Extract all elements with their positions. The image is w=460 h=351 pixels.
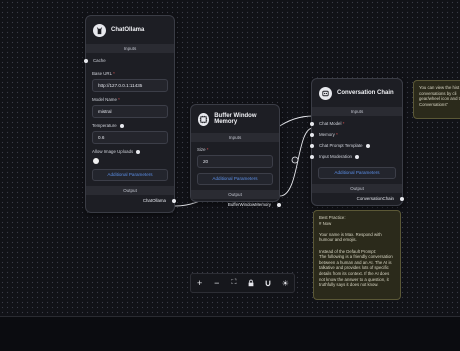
output-label: BufferWindowMemory — [227, 202, 271, 207]
output-label: ChatOllama — [142, 198, 166, 203]
snap-button[interactable] — [261, 276, 275, 290]
temperature-input[interactable]: 0.6 — [92, 131, 168, 144]
output-handle[interactable] — [277, 202, 281, 207]
buffer-memory-header[interactable]: Buffer Window Memory — [191, 105, 279, 133]
chatollama-node[interactable]: ChatOllama Inputs Cache Base URL * http:… — [84, 15, 176, 213]
inputs-section: Inputs — [191, 133, 279, 142]
lock-icon — [248, 279, 254, 287]
zoom-out-button[interactable]: − — [210, 276, 224, 290]
bottom-panel — [0, 316, 460, 351]
size-label: Size * — [197, 147, 209, 152]
additional-parameters-button[interactable]: Additional Parameters — [92, 169, 168, 181]
allow-image-label: Allow Image Uploads — [92, 149, 174, 154]
chat-model-handle[interactable] — [310, 121, 314, 126]
cache-label: Cache — [93, 58, 106, 63]
sticky-note[interactable]: Best Practice: # Now Your name is Max. R… — [313, 210, 401, 300]
hint-note[interactable]: You can view the hist conversations by c… — [413, 80, 460, 119]
base-url-label: Base URL * — [92, 71, 115, 76]
output-handle[interactable] — [172, 198, 176, 203]
size-input[interactable]: 20 — [197, 155, 273, 168]
llama-icon — [93, 23, 106, 37]
model-name-input[interactable]: mistral — [92, 105, 168, 118]
chain-icon — [319, 86, 332, 100]
chatollama-title: ChatOllama — [111, 27, 145, 33]
cache-handle[interactable] — [84, 58, 88, 63]
magnet-icon — [265, 280, 271, 287]
fit-view-button[interactable]: ⛶ — [227, 276, 241, 290]
input-moderation-handle[interactable] — [310, 154, 314, 159]
zoom-in-button[interactable]: + — [193, 276, 207, 290]
chat-model-port: Chat Model * — [310, 118, 402, 129]
output-section: Output — [191, 190, 279, 199]
info-icon — [354, 154, 359, 159]
allow-image-toggle[interactable] — [93, 158, 99, 164]
inputs-section: Inputs — [312, 107, 402, 116]
temperature-label: Temperature — [92, 123, 174, 128]
info-icon — [119, 123, 124, 128]
conversation-chain-node[interactable]: Conversation Chain Inputs Chat Model * M… — [310, 78, 404, 206]
buffer-memory-node[interactable]: Buffer Window Memory Inputs Size * 20 Ad… — [190, 104, 281, 207]
output-section: Output — [312, 184, 402, 193]
chatollama-output-port: ChatOllama — [86, 195, 176, 206]
flow-canvas[interactable]: ChatOllama Inputs Cache Base URL * http:… — [0, 0, 460, 316]
info-icon — [136, 149, 141, 154]
output-handle[interactable] — [400, 196, 404, 201]
chat-prompt-port: Chat Prompt Template — [310, 140, 402, 151]
canvas-toolbar: + − ⛶ ☀ — [190, 273, 295, 293]
inputs-section: Inputs — [86, 44, 174, 53]
output-section: Output — [86, 186, 174, 195]
info-icon — [365, 143, 370, 148]
conversation-chain-title: Conversation Chain — [337, 90, 394, 96]
memory-port: Memory * — [310, 129, 402, 140]
input-moderation-port: Input Moderation — [310, 151, 402, 162]
conversation-chain-output-port: ConversationChain — [312, 193, 404, 204]
edge-midpoint-handle — [291, 156, 299, 164]
model-name-label: Model Name * — [92, 97, 120, 102]
conversation-chain-header[interactable]: Conversation Chain — [312, 79, 402, 107]
theme-toggle-button[interactable]: ☀ — [278, 276, 292, 290]
additional-parameters-button[interactable]: Additional Parameters — [197, 173, 273, 185]
additional-parameters-button[interactable]: Additional Parameters — [318, 167, 396, 179]
output-label: ConversationChain — [356, 196, 394, 201]
chat-prompt-handle[interactable] — [310, 143, 314, 148]
memory-handle[interactable] — [310, 132, 314, 137]
base-url-input[interactable]: http://127.0.0.1:11435 — [92, 79, 168, 92]
lock-button[interactable] — [244, 276, 258, 290]
buffer-memory-output-port: BufferWindowMemory — [191, 199, 281, 210]
memory-icon — [198, 112, 210, 126]
cache-port: Cache — [84, 55, 174, 66]
chatollama-header[interactable]: ChatOllama — [86, 16, 174, 44]
buffer-memory-title: Buffer Window Memory — [214, 113, 257, 125]
